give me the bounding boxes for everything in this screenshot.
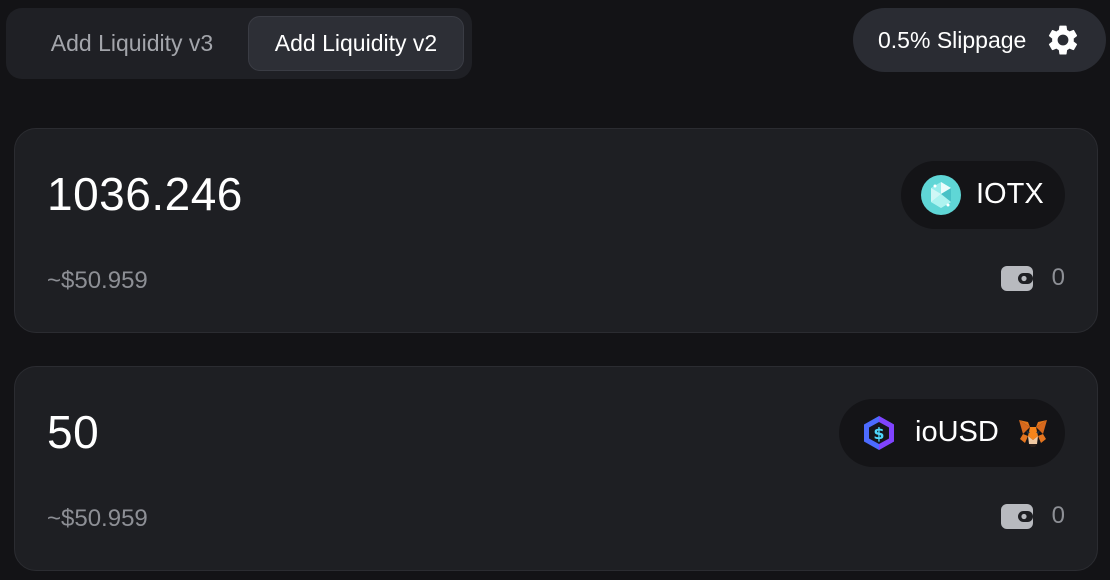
usd-value: ~$50.959 xyxy=(47,505,148,532)
slippage-label: 0.5% Slippage xyxy=(878,26,1027,53)
liquidity-version-tabs: Add Liquidity v3 Add Liquidity v2 xyxy=(6,8,472,79)
token-input-card-1: 1036.246 ~$50.959 IOTX 0 xyxy=(14,128,1098,333)
metamask-fox-icon[interactable] xyxy=(1017,417,1049,449)
usd-value: ~$50.959 xyxy=(47,267,148,294)
token-name: ioUSD xyxy=(915,416,999,448)
token-name: IOTX xyxy=(976,178,1044,210)
amount-input[interactable]: 1036.246 xyxy=(47,167,243,221)
amount-input[interactable]: 50 xyxy=(47,405,99,459)
iotx-icon xyxy=(921,175,961,215)
slippage-settings-button[interactable]: 0.5% Slippage xyxy=(853,8,1106,72)
svg-text:$: $ xyxy=(873,424,884,443)
balance-value: 0 xyxy=(1051,502,1065,529)
iousd-icon: $ xyxy=(864,416,894,450)
gear-icon xyxy=(1048,25,1078,55)
wallet-balance: 0 xyxy=(1000,263,1065,293)
tab-add-liquidity-v2[interactable]: Add Liquidity v2 xyxy=(248,16,464,71)
balance-value: 0 xyxy=(1051,264,1065,291)
wallet-balance: 0 xyxy=(1000,501,1065,531)
token-selector-iotx[interactable]: IOTX xyxy=(901,161,1065,229)
token-input-card-2: 50 ~$50.959 $ ioUSD 0 xyxy=(14,366,1098,571)
wallet-icon xyxy=(1000,266,1033,291)
wallet-icon xyxy=(1000,504,1033,529)
token-selector-iousd[interactable]: $ ioUSD xyxy=(839,399,1065,467)
add-liquidity-panel: Add Liquidity v3 Add Liquidity v2 0.5% S… xyxy=(0,0,1110,580)
tab-add-liquidity-v3[interactable]: Add Liquidity v3 xyxy=(22,16,242,71)
